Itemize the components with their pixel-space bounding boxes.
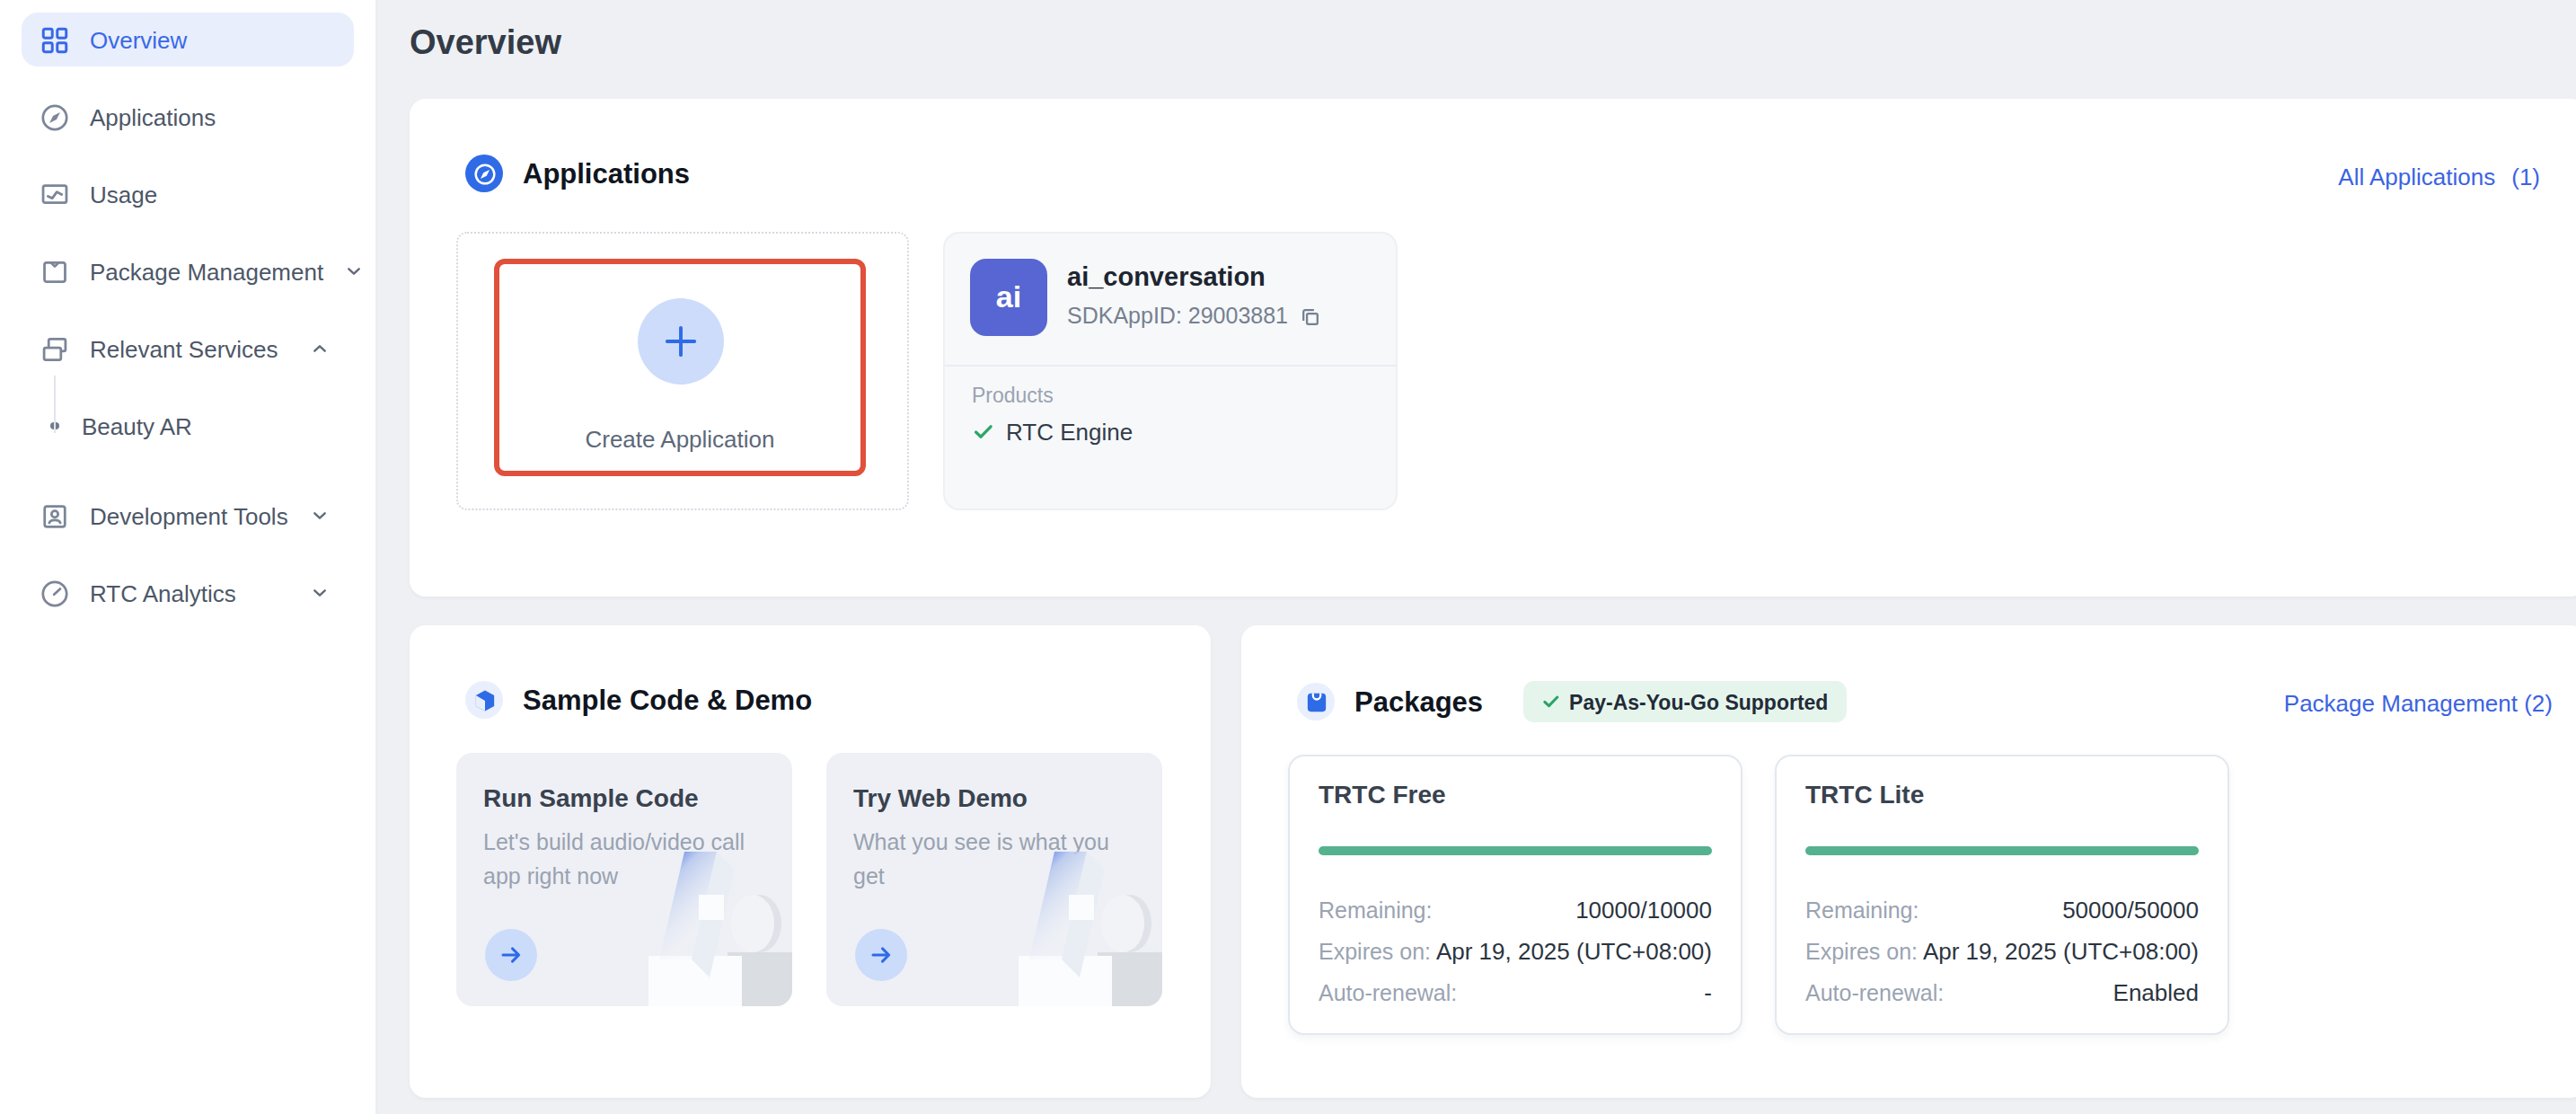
sidebar-item-relevant-services[interactable]: Relevant Services (22, 322, 354, 376)
sidebar-item-development-tools[interactable]: Development Tools (22, 489, 354, 543)
copy-icon[interactable] (1299, 305, 1322, 328)
sidebar: Overview Applications Usage (0, 0, 377, 1114)
app-sdkappid: SDKAppID: 29003881 (1067, 304, 1322, 329)
gauge-icon (40, 578, 70, 608)
run-sample-code-tile[interactable]: Run Sample Code Let's build audio/video … (456, 753, 792, 1006)
tree-guide-line (54, 376, 56, 433)
tile-title: Run Sample Code (483, 783, 792, 812)
decorative-illustration (1001, 848, 1162, 1006)
sidebar-item-label: Development Tools (90, 502, 288, 529)
expires-row: Expires on: Apr 19, 2025 (UTC+08:00) (1805, 931, 2199, 972)
package-management-link[interactable]: Package Management (2) (2284, 690, 2553, 717)
packages-title: Packages (1354, 685, 1483, 718)
auto-renewal-row: Auto-renewal: - (1319, 972, 1712, 1013)
package-name: TRTC Lite (1805, 780, 2199, 809)
auto-renewal-label: Auto-renewal: (1319, 980, 1457, 1005)
tile-title: Try Web Demo (853, 783, 1162, 812)
chevron-down-icon[interactable] (309, 505, 331, 526)
auto-renewal-row: Auto-renewal: Enabled (1805, 972, 2199, 1013)
sidebar-item-label: Beauty AR (82, 412, 192, 439)
plus-icon (637, 298, 723, 385)
sidebar-item-label: RTC Analytics (90, 579, 236, 606)
sidebar-item-label: Overview (90, 26, 187, 53)
packages-card-header: Packages Pay-As-You-Go Supported (1297, 681, 1846, 722)
sidebar-item-applications[interactable]: Applications (22, 90, 354, 144)
demo-card-header: Sample Code & Demo (465, 681, 812, 719)
sidebar-item-beauty-ar[interactable]: Beauty AR (22, 399, 354, 453)
auto-renewal-value: Enabled (2113, 979, 2199, 1006)
all-applications-link[interactable]: All Applications (1) (2338, 164, 2540, 190)
applications-card: Applications All Applications (1) Create… (410, 99, 2576, 597)
compass-icon (40, 102, 70, 132)
services-icon (40, 333, 70, 364)
app-name: ai_conversation (1067, 262, 1266, 291)
progress-bar (1319, 846, 1712, 855)
applications-title: Applications (523, 157, 690, 190)
decorative-illustration (631, 848, 792, 1006)
remaining-value: 50000/50000 (2062, 897, 2199, 924)
payg-badge: Pay-As-You-Go Supported (1522, 681, 1846, 722)
check-icon (1540, 692, 1560, 712)
cube-icon (465, 681, 503, 719)
sidebar-item-label: Applications (90, 103, 216, 130)
application-tile[interactable]: ai ai_conversation SDKAppID: 29003881 Pr… (943, 232, 1398, 510)
app-avatar: ai (970, 259, 1047, 336)
sidebar-item-label: Usage (90, 181, 157, 208)
expires-label: Expires on: (1805, 939, 1918, 964)
all-applications-label: All Applications (2338, 164, 2495, 190)
expires-value: Apr 19, 2025 (UTC+08:00) (1436, 938, 1712, 965)
sidebar-item-package-management[interactable]: Package Management (22, 244, 354, 298)
package-management-label: Package Management (2) (2284, 690, 2553, 717)
package-tile-trtc-lite: TRTC Lite Remaining: 50000/50000 Expires… (1775, 755, 2229, 1035)
check-icon (972, 420, 995, 444)
app-sdkappid-text: SDKAppID: 29003881 (1067, 304, 1288, 329)
products-label: Products (972, 385, 1054, 406)
remaining-row: Remaining: 10000/10000 (1319, 889, 1712, 931)
package-name: TRTC Free (1319, 780, 1712, 809)
tile-divider (945, 365, 1396, 367)
bag-icon (1297, 683, 1335, 721)
all-applications-count: (1) (2511, 164, 2540, 190)
remaining-row: Remaining: 50000/50000 (1805, 889, 2199, 931)
page-title: Overview (410, 23, 561, 63)
demo-title: Sample Code & Demo (523, 684, 812, 716)
payg-badge-label: Pay-As-You-Go Supported (1569, 691, 1828, 712)
expires-value: Apr 19, 2025 (UTC+08:00) (1923, 938, 2199, 965)
arrow-right-icon[interactable] (855, 929, 907, 981)
devtools-icon (40, 500, 70, 531)
remaining-label: Remaining: (1805, 897, 1919, 923)
create-application-label: Create Application (585, 426, 774, 453)
remaining-label: Remaining: (1319, 897, 1432, 923)
applications-section-icon (465, 155, 503, 192)
chevron-down-icon[interactable] (343, 261, 365, 282)
expires-row: Expires on: Apr 19, 2025 (UTC+08:00) (1319, 931, 1712, 972)
auto-renewal-value: - (1704, 979, 1712, 1006)
package-icon (40, 256, 70, 287)
auto-renewal-label: Auto-renewal: (1805, 980, 1944, 1005)
package-tile-trtc-free: TRTC Free Remaining: 10000/10000 Expires… (1288, 755, 1742, 1035)
sidebar-item-label: Package Management (90, 258, 323, 285)
grid-icon (40, 24, 70, 55)
product-name: RTC Engine (1006, 419, 1133, 446)
sidebar-item-label: Relevant Services (90, 335, 278, 362)
applications-card-header: Applications (465, 155, 690, 192)
sample-code-demo-card: Sample Code & Demo Run Samp (410, 625, 1211, 1098)
product-row: RTC Engine (972, 419, 1133, 446)
packages-card: Packages Pay-As-You-Go Supported Package… (1241, 625, 2576, 1098)
expires-label: Expires on: (1319, 939, 1431, 964)
arrow-right-icon[interactable] (485, 929, 537, 981)
remaining-value: 10000/10000 (1575, 897, 1712, 924)
progress-bar (1805, 846, 2199, 855)
create-application-card[interactable]: Create Application (456, 232, 909, 510)
chevron-down-icon[interactable] (309, 582, 331, 604)
console-window: Overview Applications Usage (0, 0, 2576, 1114)
sidebar-item-usage[interactable]: Usage (22, 167, 354, 221)
sidebar-item-rtc-analytics[interactable]: RTC Analytics (22, 566, 354, 620)
sidebar-item-overview[interactable]: Overview (22, 13, 354, 66)
highlight-box: Create Application (494, 259, 866, 476)
chevron-up-icon[interactable] (309, 338, 331, 359)
try-web-demo-tile[interactable]: Try Web Demo What you see is what you ge… (826, 753, 1162, 1006)
usage-icon (40, 179, 70, 209)
